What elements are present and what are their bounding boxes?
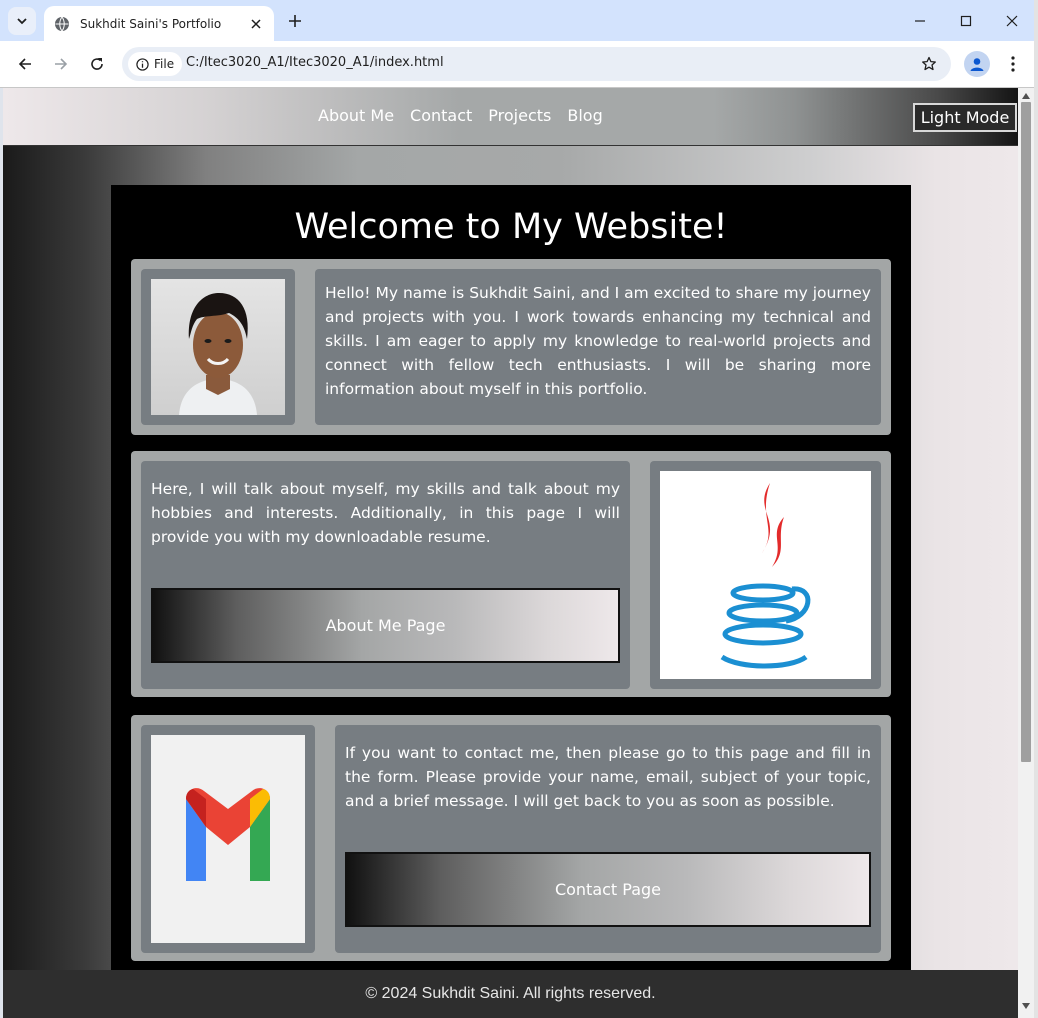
minimize-button[interactable]: [905, 6, 935, 36]
page-title: Welcome to My Website!: [294, 207, 728, 247]
scroll-up-arrow-icon[interactable]: [1021, 91, 1031, 101]
address-bar[interactable]: File C:/Itec3020_A1/Itec3020_A1/index.ht…: [122, 47, 951, 81]
browser-toolbar: File C:/Itec3020_A1/Itec3020_A1/index.ht…: [0, 41, 1038, 88]
intro-text-card: Hello! My name is Sukhdit Saini, and I a…: [315, 269, 881, 425]
tab-strip: Sukhdit Saini's Portfolio: [0, 0, 1038, 41]
contact-text-card: If you want to contact me, then please g…: [335, 725, 881, 953]
page-viewport: About Me Contact Projects Blog Light Mod…: [3, 88, 1018, 970]
nav-link-projects[interactable]: Projects: [488, 106, 551, 125]
globe-icon: [54, 16, 70, 32]
plus-icon: [289, 15, 301, 27]
about-section: Here, I will talk about myself, my skill…: [131, 451, 891, 697]
kebab-menu-icon[interactable]: [1002, 51, 1024, 77]
arrow-left-icon: [18, 58, 31, 70]
about-me-page-button[interactable]: About Me Page: [151, 588, 620, 663]
site-chip-label: File: [154, 57, 175, 71]
contact-page-button[interactable]: Contact Page: [345, 852, 871, 927]
back-button[interactable]: [12, 51, 38, 77]
window-edge: [1034, 0, 1038, 1018]
new-tab-button[interactable]: [284, 10, 306, 32]
intro-section: Hello! My name is Sukhdit Saini, and I a…: [131, 259, 891, 435]
nav-link-blog[interactable]: Blog: [567, 106, 602, 125]
page-scrollbar[interactable]: [1018, 88, 1034, 1018]
nav-link-about-me[interactable]: About Me: [318, 106, 394, 125]
site-info-chip[interactable]: File: [128, 52, 183, 76]
main-content: Welcome to My Website! Hello! My name is…: [111, 185, 911, 970]
gmail-logo-card: [141, 725, 315, 953]
arrow-right-icon: [55, 58, 68, 70]
bookmark-star-icon[interactable]: [919, 54, 939, 74]
info-icon: [136, 57, 149, 71]
forward-button[interactable]: [48, 51, 74, 77]
reload-button[interactable]: [84, 51, 110, 77]
about-text: Here, I will talk about myself, my skill…: [151, 480, 620, 546]
site-footer: © 2024 Sukhdit Saini. All rights reserve…: [3, 970, 1018, 1018]
contact-text: If you want to contact me, then please g…: [345, 744, 871, 810]
java-cup-icon: [720, 483, 811, 669]
nav-links: About Me Contact Projects Blog: [318, 106, 603, 125]
tab-title: Sukhdit Saini's Portfolio: [80, 16, 222, 31]
url-text[interactable]: C:/Itec3020_A1/Itec3020_A1/index.html: [186, 55, 444, 70]
java-logo: [660, 471, 871, 679]
profile-photo-card: [141, 269, 295, 425]
profile-photo: [151, 279, 285, 415]
light-mode-button[interactable]: Light Mode: [913, 103, 1017, 132]
footer-copyright: © 2024 Sukhdit Saini. All rights reserve…: [365, 985, 656, 1002]
minimize-icon: [915, 20, 925, 22]
scroll-down-arrow-icon[interactable]: [1021, 1001, 1031, 1011]
about-text-card: Here, I will talk about myself, my skill…: [141, 461, 630, 689]
close-window-button[interactable]: [997, 6, 1027, 36]
site-navbar: About Me Contact Projects Blog Light Mod…: [3, 88, 1018, 146]
java-logo-card: [650, 461, 881, 689]
gmail-logo: [151, 735, 305, 943]
reload-icon: [91, 58, 103, 70]
gmail-icon: [186, 788, 270, 881]
intro-text: Hello! My name is Sukhdit Saini, and I a…: [325, 284, 871, 398]
tab-search-button[interactable]: [8, 7, 36, 35]
nav-link-contact[interactable]: Contact: [410, 106, 472, 125]
maximize-icon: [960, 15, 972, 27]
chevron-down-icon: [17, 18, 27, 25]
active-tab[interactable]: Sukhdit Saini's Portfolio: [44, 6, 274, 41]
scrollbar-thumb[interactable]: [1021, 102, 1031, 762]
maximize-button[interactable]: [951, 6, 981, 36]
close-icon: [1006, 15, 1018, 27]
contact-section: If you want to contact me, then please g…: [131, 715, 891, 961]
close-icon[interactable]: [248, 16, 264, 32]
profile-avatar-icon[interactable]: [964, 51, 990, 77]
